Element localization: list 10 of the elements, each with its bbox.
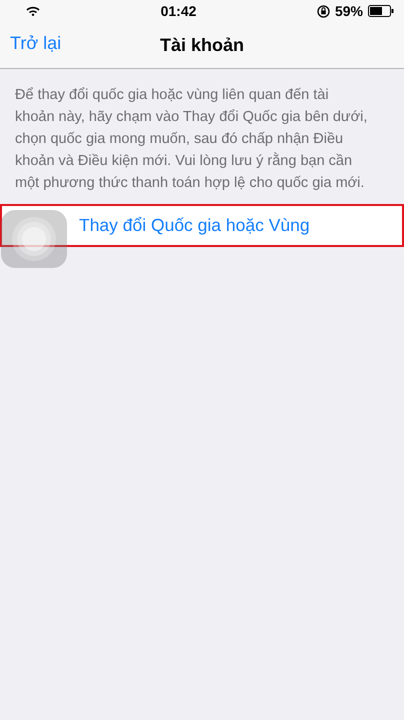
nav-title: Tài khoản — [158, 34, 245, 57]
description-text: Để thay đổi quốc gia hoặc vùng liên quan đến tài khoản này, hãy chạm vào Thay đổi Quốc gia bên dưới, chọn quốc gia mong muốn, sau đó chấp nhận Điều khoản và Điều kiện mới. Vui lòng lưu ý rằng bạn cần một phương thức thanh toán hợp lệ cho quốc gia mới. — [15, 86, 368, 193]
assistive-touch-button[interactable] — [1, 210, 67, 268]
battery-percent: 59% — [334, 3, 363, 19]
status-time: 01:42 — [160, 3, 196, 19]
rotation-lock-icon — [316, 4, 330, 18]
wifi-icon — [26, 6, 40, 16]
battery-icon — [368, 5, 394, 17]
change-country-button[interactable]: Thay đổi Quốc gia hoặc Vùng — [0, 204, 404, 247]
back-button[interactable]: Trở lại — [10, 33, 62, 54]
